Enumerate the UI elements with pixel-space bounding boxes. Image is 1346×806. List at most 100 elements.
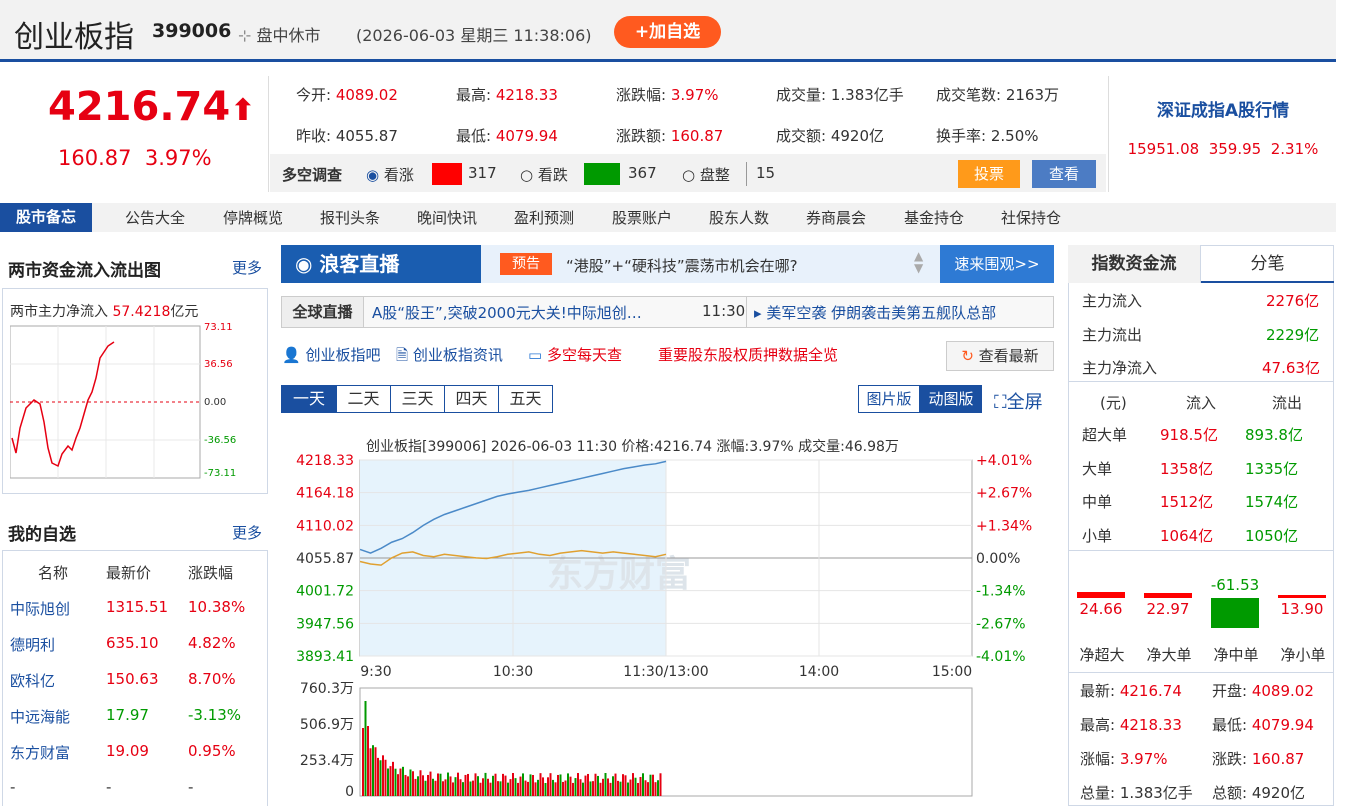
main-outflow-label: 主力流出: [1082, 326, 1143, 344]
news-link[interactable]: 🗎 创业板指资讯: [396, 344, 503, 370]
fund-row-out: 1574亿: [1245, 493, 1299, 511]
watch-name[interactable]: -: [10, 778, 15, 796]
bottom-zf: 涨幅: 3.97%: [1080, 750, 1168, 768]
fund-row-label: 中单: [1082, 493, 1113, 511]
tab-1day[interactable]: 一天: [281, 385, 337, 413]
volume-bar: [389, 766, 392, 796]
nav-item[interactable]: 公告大全: [125, 207, 185, 228]
tab-2day[interactable]: 二天: [337, 385, 391, 413]
poll-bull[interactable]: ◉ 看涨: [366, 164, 414, 185]
watch-pct: 10.38%: [188, 598, 246, 616]
vote-button[interactable]: 投票: [958, 160, 1020, 188]
volume-bar: [559, 774, 562, 796]
volume-bar: [499, 781, 502, 796]
watch-pct: 4.82%: [188, 634, 236, 652]
animated-chart-button[interactable]: 动图版: [920, 385, 982, 413]
nav-item[interactable]: 报刊头条: [320, 207, 380, 228]
vol-tick: 760.3万: [300, 681, 354, 697]
nav-item[interactable]: 晚间快讯: [417, 207, 477, 228]
daily-poll-link[interactable]: ▭ 多空每天查: [528, 344, 622, 365]
sz-title[interactable]: 深证成指A股行情: [1110, 96, 1336, 121]
view-button[interactable]: 查看: [1032, 160, 1096, 188]
flow-tick: -73.11: [204, 468, 236, 479]
volume-bar: [529, 774, 532, 796]
volume-bar: [617, 780, 619, 796]
radio-icon[interactable]: ○: [682, 166, 695, 184]
pledge-link[interactable]: 重要股东股权质押数据全览: [658, 344, 838, 365]
forum-link[interactable]: 👤 创业板指吧: [282, 344, 380, 365]
volume-bar: [629, 779, 632, 796]
volume-bar: [639, 776, 642, 796]
watch-pct: 8.70%: [188, 670, 236, 688]
tab-3day[interactable]: 三天: [391, 385, 445, 413]
watchlist-more-link[interactable]: 更多: [232, 522, 262, 543]
nav-item[interactable]: 股票账户: [612, 207, 672, 228]
main-outflow: 2229亿: [1266, 326, 1320, 344]
volume-bar: [442, 781, 444, 796]
volume-bar: [622, 774, 624, 796]
col-header: 流入: [1186, 394, 1217, 412]
volume-bar: [562, 781, 564, 796]
volume-bar: [362, 728, 364, 796]
tab-ticks[interactable]: 分笔: [1201, 245, 1334, 283]
volume-bar: [649, 774, 652, 796]
watch-name[interactable]: 东方财富: [10, 742, 70, 763]
flow-title: 两市资金流入流出图: [8, 261, 161, 281]
y-tick-right: -4.01%: [976, 649, 1026, 665]
tab-4day[interactable]: 四天: [445, 385, 499, 413]
radio-icon[interactable]: ◉: [366, 166, 379, 184]
volume-bar: [429, 771, 432, 796]
nav-item[interactable]: 盈利预测: [514, 207, 574, 228]
volume-bar: [522, 773, 524, 796]
nav-item[interactable]: 券商晨会: [806, 207, 866, 228]
main-inflow: 2276亿: [1266, 292, 1320, 310]
watch-name[interactable]: 中远海能: [10, 706, 70, 727]
doc-icon: 🗎: [396, 346, 409, 364]
fullscreen-button[interactable]: ⛶全屏: [994, 388, 1043, 414]
poll-bear[interactable]: ○ 看跌: [520, 164, 568, 185]
bottom-vol: 总量: 1.383亿手: [1080, 784, 1193, 802]
nav-item[interactable]: 停牌概览: [223, 207, 283, 228]
fund-row-label: 大单: [1082, 459, 1113, 478]
volume-bar: [582, 782, 584, 796]
net-bar-value: 24.66: [1079, 600, 1123, 618]
nav-item[interactable]: 社保持仓: [1001, 207, 1061, 228]
volume-bar: [557, 774, 559, 796]
flow-more-link[interactable]: 更多: [232, 257, 262, 278]
fund-row-out: 1050亿: [1245, 526, 1299, 545]
tab-5day[interactable]: 五天: [499, 385, 553, 413]
poll-flat[interactable]: ○ 盘整: [682, 164, 730, 185]
ticker-headline[interactable]: A股“股王”,突破2000元大关!中际旭创…: [372, 302, 642, 323]
volume-bar: [654, 782, 657, 796]
watch-live-button[interactable]: 速来围观>>: [940, 245, 1054, 283]
radio-icon[interactable]: ○: [520, 166, 533, 184]
add-watchlist-button[interactable]: +加自选: [614, 16, 721, 48]
watch-name[interactable]: 德明利: [10, 634, 55, 655]
updown-icon[interactable]: ▲ ▼: [914, 250, 923, 274]
refresh-icon: ↻: [961, 347, 974, 365]
refresh-button[interactable]: ↻ 查看最新: [946, 341, 1054, 371]
live-text[interactable]: “港股”+“硬科技”震荡市机会在哪?: [566, 255, 798, 276]
ticker-headline-2[interactable]: ▸ 美军空袭 伊朗袭击美第五舰队总部: [754, 302, 996, 323]
tab-fund-flow[interactable]: 指数资金流: [1068, 245, 1201, 283]
deals-stat: 成交笔数: 2163万: [936, 86, 1060, 104]
bottom-amt: 总额: 4920亿: [1212, 784, 1306, 802]
net-bar-label: 净大单: [1146, 646, 1192, 664]
volume-bar: [482, 778, 484, 796]
nav-item[interactable]: 股东人数: [709, 207, 769, 228]
y-tick-right: -1.34%: [976, 584, 1026, 600]
nav-item[interactable]: 基金持仓: [904, 207, 964, 228]
triangle-icon: ▸: [754, 304, 762, 322]
net-bar-label: 净超大: [1079, 646, 1125, 664]
watch-name[interactable]: 欧科亿: [10, 670, 55, 691]
watch-name[interactable]: 中际旭创: [10, 598, 70, 619]
y-tick-right: +1.34%: [976, 518, 1032, 534]
volume-bar: [542, 777, 544, 796]
volume-bar: [659, 773, 662, 796]
col-header: 名称: [38, 564, 69, 582]
static-chart-button[interactable]: 图片版: [858, 385, 920, 413]
index-title: 创业板指: [14, 20, 134, 55]
low-stat: 最低: 4079.94: [456, 127, 558, 145]
y-tick-left: 4110.02: [296, 518, 354, 534]
volume-bar: [434, 780, 437, 796]
